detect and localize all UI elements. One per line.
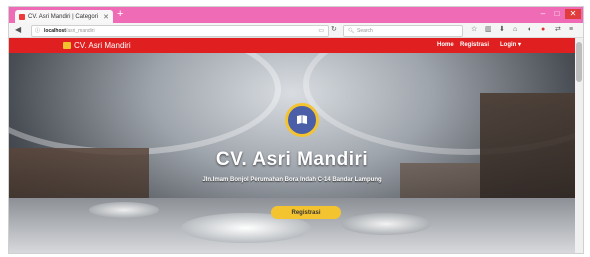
pocket-icon[interactable]: ◖ <box>527 25 531 35</box>
minimize-button[interactable]: – <box>537 9 549 19</box>
book-icon <box>297 115 307 124</box>
menu-icon[interactable]: ≡ <box>569 25 573 35</box>
hero-title: CV. Asri Mandiri <box>215 149 369 170</box>
tab-title: CV. Asri Mandiri | Categori <box>28 13 99 20</box>
back-icon[interactable]: ◀ <box>15 25 21 35</box>
browser-tab[interactable]: CV. Asri Mandiri | Categori ✕ <box>15 10 113 23</box>
navigation-bar: ◀ ⓘ localhost/asri_mandiri ▭ ↻ 🔍︎ Search… <box>9 23 583 38</box>
hero-banner: CV. Asri Mandiri Jln.Imam Bonjol Perumah… <box>9 53 575 253</box>
favicon-icon <box>19 13 25 20</box>
url-bar[interactable]: ⓘ localhost/asri_mandiri ▭ <box>31 25 329 37</box>
nav-login-dropdown[interactable]: Login ▾ <box>500 41 521 50</box>
star-icon[interactable]: ☆ <box>471 25 477 35</box>
site-navbar: CV. Asri Mandiri Home Registrasi Login ▾ <box>9 38 575 53</box>
search-placeholder: Search <box>357 28 373 34</box>
hero-background-shape <box>9 53 281 155</box>
nav-home[interactable]: Home <box>437 41 454 50</box>
search-input[interactable]: 🔍︎ Search <box>343 25 463 37</box>
book-icon <box>63 42 71 49</box>
reload-icon[interactable]: ↻ <box>331 25 337 35</box>
download-icon[interactable]: ⬇ <box>499 25 505 35</box>
logo-badge <box>285 103 319 137</box>
browser-window: CV. Asri Mandiri | Categori ✕ + – □ ✕ ◀ … <box>8 6 584 254</box>
page-scrollbar[interactable] <box>575 38 583 253</box>
registrasi-button[interactable]: Registrasi <box>271 206 341 219</box>
sync-icon[interactable]: ⇄ <box>555 25 561 35</box>
home-icon[interactable]: ⌂ <box>513 25 517 35</box>
library-icon[interactable]: ▥ <box>485 25 492 35</box>
reader-icon[interactable]: ▭ <box>318 26 324 36</box>
close-window-button[interactable]: ✕ <box>565 9 581 19</box>
search-icon: 🔍︎ <box>348 28 355 34</box>
nav-registrasi[interactable]: Registrasi <box>460 41 489 50</box>
hero-address: Jln.Imam Bonjol Perumahan Bora Indah C-1… <box>202 177 382 183</box>
tab-close-icon[interactable]: ✕ <box>103 13 109 21</box>
info-icon[interactable]: ⓘ <box>35 26 40 36</box>
maximize-button[interactable]: □ <box>551 9 563 19</box>
new-tab-button[interactable]: + <box>117 8 123 21</box>
tab-bar: CV. Asri Mandiri | Categori ✕ + – □ ✕ <box>9 7 583 23</box>
brand-name: CV. Asri Mandiri <box>74 41 131 50</box>
brand-link[interactable]: CV. Asri Mandiri <box>63 40 131 51</box>
display-table <box>89 202 159 218</box>
addon-icon[interactable]: ● <box>541 25 545 35</box>
display-table <box>341 213 431 235</box>
scrollbar-thumb[interactable] <box>576 42 582 82</box>
url-text: localhost/asri_mandiri <box>44 28 95 34</box>
